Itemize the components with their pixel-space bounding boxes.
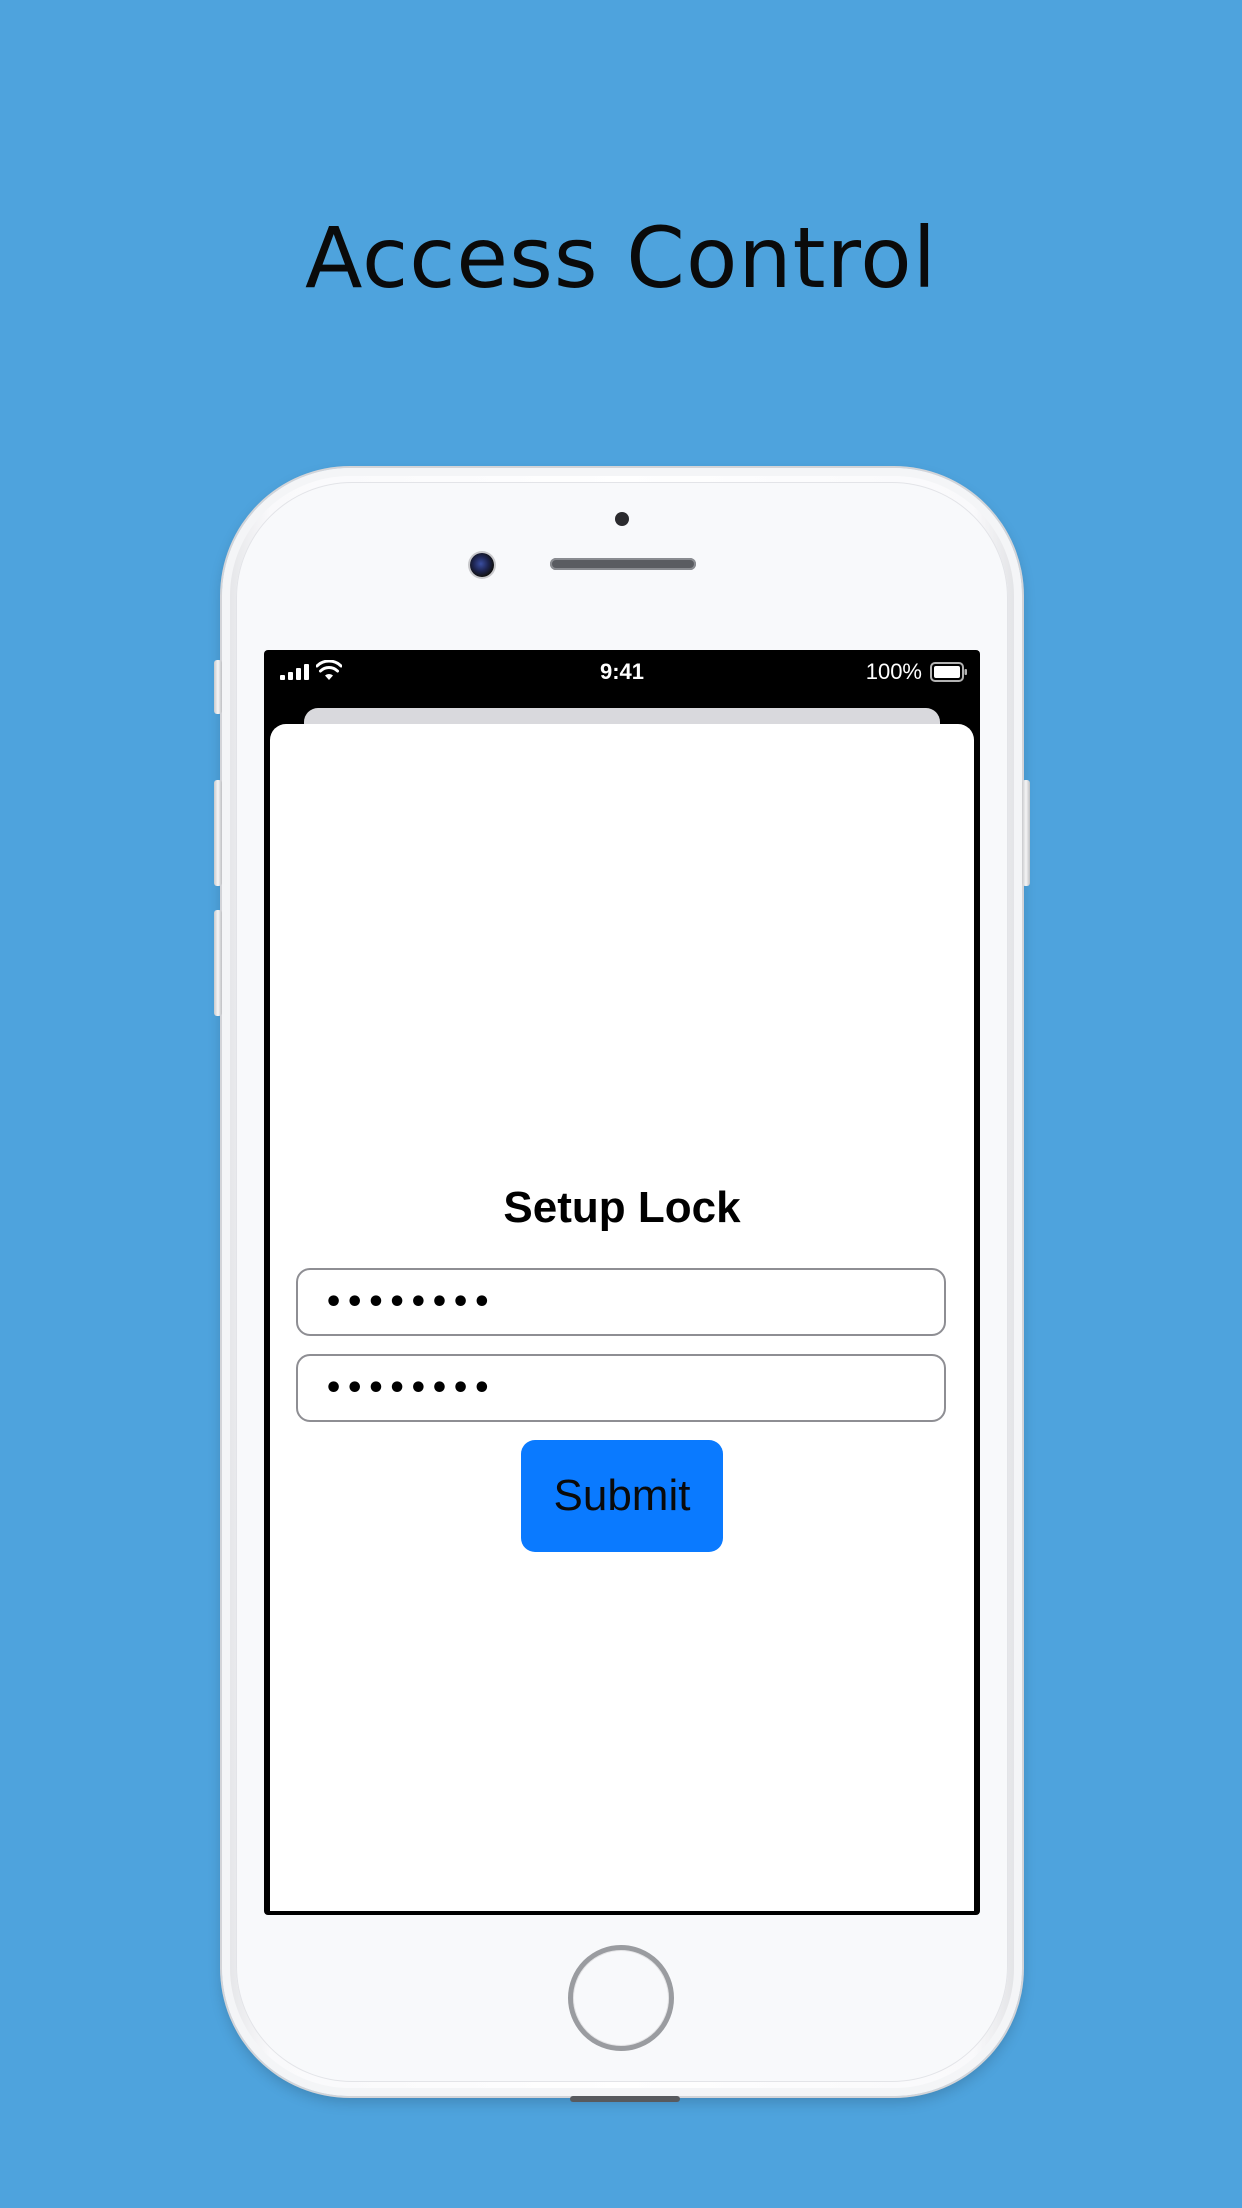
lightning-port — [570, 2096, 680, 2102]
password-field[interactable] — [296, 1268, 946, 1336]
setup-lock-sheet: Setup Lock Submit — [270, 724, 974, 1911]
phone-screen: 9:41 100% Setup Lock Submit — [264, 650, 980, 1915]
confirm-password-field[interactable] — [296, 1354, 946, 1422]
volume-down-button — [214, 910, 222, 1016]
setup-lock-title: Setup Lock — [503, 1183, 741, 1232]
home-button — [568, 1945, 674, 2051]
marketing-headline: Access Control — [305, 209, 937, 307]
earpiece-speaker — [550, 558, 696, 570]
front-camera-icon — [470, 553, 494, 577]
submit-button[interactable]: Submit — [521, 1440, 723, 1552]
power-button — [1022, 780, 1030, 886]
proximity-sensor — [615, 512, 629, 526]
status-bar: 9:41 100% — [264, 650, 980, 694]
battery-percentage: 100% — [865, 659, 922, 684]
mute-switch — [214, 660, 222, 714]
volume-up-button — [214, 780, 222, 886]
battery-icon — [930, 662, 967, 682]
